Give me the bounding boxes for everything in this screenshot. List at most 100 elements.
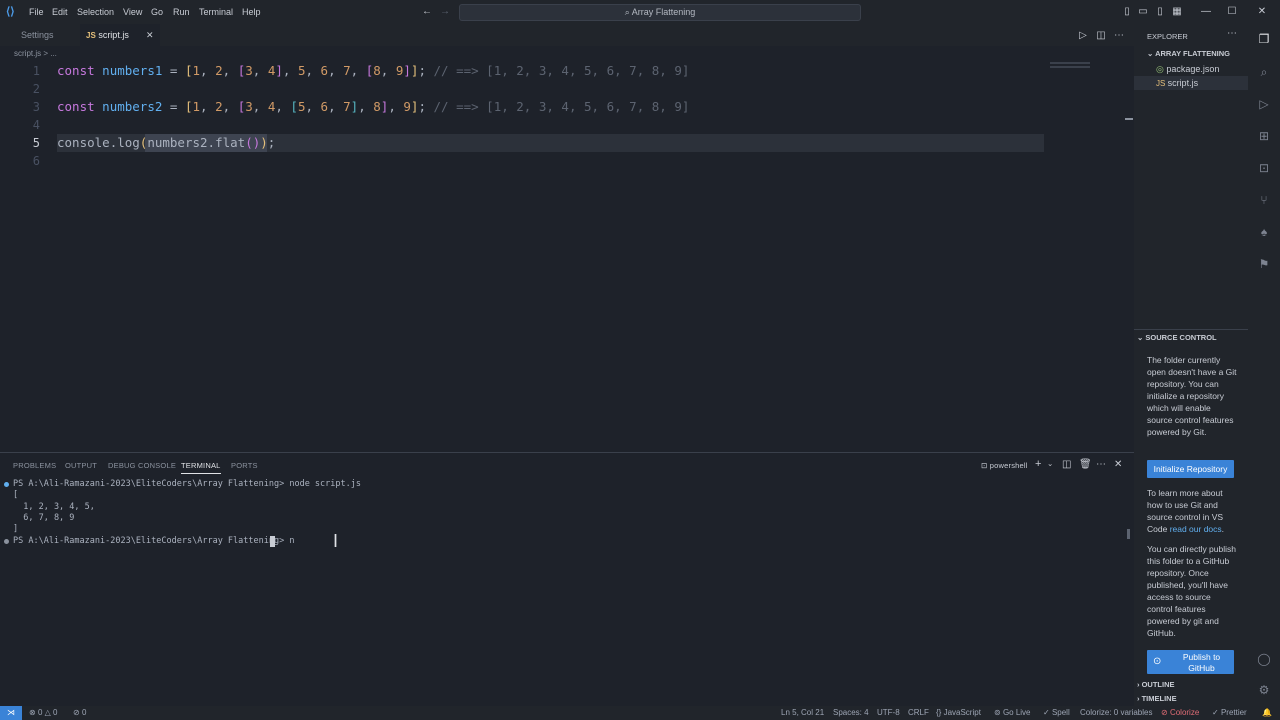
tab-debug-console[interactable]: DEBUG CONSOLE [108,461,176,470]
close-tab-icon[interactable]: ✕ [146,24,154,46]
command-center-search[interactable]: ⌕ Array Flattening [459,4,861,21]
line-number: 1 [32,64,40,78]
tab-ports[interactable]: PORTS [231,461,258,470]
command-status-dot [4,539,9,544]
account-icon[interactable]: ◯ [1256,651,1272,667]
line-ending[interactable]: CRLF [908,706,929,720]
problems-indicator[interactable]: ⊗ 0 △ 0 [29,706,57,720]
spell-check[interactable]: ✓ Spell [1043,706,1070,720]
error-icon: ⊗ [29,708,38,717]
encoding[interactable]: UTF-8 [877,706,900,720]
menu-view[interactable]: View [123,0,142,24]
split-terminal-icon[interactable]: ◫ [1062,459,1072,470]
publish-to-github-button[interactable]: ⊙ Publish to GitHub [1147,650,1234,674]
tab-output[interactable]: OUTPUT [65,461,97,470]
bookmark-icon[interactable]: ⚑ [1256,256,1272,272]
go-live-button[interactable]: ⊚ Go Live [994,706,1031,720]
prettier-status[interactable]: ✓ Prettier [1212,706,1247,720]
tab-terminal[interactable]: TERMINAL [181,461,221,474]
new-terminal-icon[interactable]: + [1035,458,1042,470]
bottom-panel: PROBLEMS OUTPUT DEBUG CONSOLE TERMINAL P… [0,452,1134,707]
minimap[interactable] [1050,66,1090,68]
file-script-js[interactable]: JS script.js [1156,78,1198,88]
notifications-bell-icon[interactable]: 🔔 [1262,706,1272,720]
minimap[interactable] [1050,62,1090,64]
nav-back-icon[interactable]: ← [417,0,437,24]
code-line-3: const numbers2 = [1, 2, [3, 4, [5, 6, 7]… [57,99,690,114]
source-control-title: SOURCE CONTROL [1145,333,1217,342]
tab-problems[interactable]: PROBLEMS [13,461,56,470]
go-live-label: Go Live [1002,708,1031,717]
menu-terminal[interactable]: Terminal [199,0,233,24]
explorer-more-icon[interactable]: ⋯ [1227,28,1237,39]
cursor-position[interactable]: Ln 5, Col 21 [781,706,824,720]
run-debug-icon[interactable]: ▷ [1256,96,1272,112]
vscode-logo-icon: ⟨⟩ [6,6,15,18]
menu-run[interactable]: Run [173,0,190,24]
timeline-header[interactable]: › TIMELINE [1137,694,1177,703]
customize-layout-icon[interactable]: ▦ [1167,0,1187,24]
extensions-icon[interactable]: ⊞ [1256,128,1272,144]
split-editor-icon[interactable]: ◫ [1091,24,1111,48]
ports-indicator[interactable]: ⊘ 0 [73,706,86,720]
code-comment: // ==> [1, 2, 3, 4, 5, 6, 7, 8, 9] [433,99,690,114]
learn-more-text: To learn more about how to use Git and s… [1147,488,1225,534]
terminal-icon: ⊡ [981,461,990,470]
chevron-down-icon[interactable]: ⌄ [1047,459,1053,468]
menu-selection[interactable]: Selection [77,0,114,24]
line-number: 3 [32,100,40,114]
tab-script-js[interactable]: JS script.js ✕ [80,24,160,46]
explorer-icon[interactable]: ❐ [1256,31,1272,47]
publish-description: You can directly publish this folder to … [1147,544,1236,638]
tab-settings[interactable]: Settings [0,24,78,46]
language-mode[interactable]: {} JavaScript [936,706,981,720]
chevron-down-icon: ⌄ [1147,49,1156,58]
menu-edit[interactable]: Edit [52,0,68,24]
close-window-icon[interactable]: ✕ [1252,0,1272,24]
trash-icon[interactable]: 🗑 [1079,459,1092,470]
gear-icon[interactable]: ⚙ [1256,682,1272,698]
file-package-json[interactable]: ◎ package.json [1156,64,1219,75]
error-count: 0 [37,708,43,717]
breadcrumb[interactable]: script.js > ... [14,48,57,60]
menu-help[interactable]: Help [242,0,261,24]
indentation[interactable]: Spaces: 4 [833,706,869,720]
read-docs-link[interactable]: read our docs [1170,524,1222,534]
terminal-shell-selector[interactable]: ⊡ powershell [981,461,1028,470]
remote-explorer-icon[interactable]: ⊡ [1256,160,1272,176]
terminal-prompt-line[interactable]: PS A:\Ali-Ramazani-2023\EliteCoders\Arra… [13,536,294,546]
menu-file[interactable]: File [29,0,44,24]
remote-indicator-icon[interactable]: ⋊ [0,706,22,720]
title-bar: ⟨⟩ File Edit Selection View Go Run Termi… [0,0,1280,24]
source-control-header[interactable]: ⌄ SOURCE CONTROL [1137,333,1217,342]
more-actions-icon[interactable]: ⋯ [1109,24,1129,48]
folder-header[interactable]: ⌄ ARRAY FLATTENING [1147,49,1230,58]
terminal-cursor [270,536,275,547]
menu-go[interactable]: Go [151,0,163,24]
warning-count: 0 [53,708,58,717]
timeline-title: TIMELINE [1141,694,1177,703]
publish-label: Publish to GitHub [1182,652,1221,673]
js-file-icon: JS [1156,79,1168,88]
close-panel-icon[interactable]: ✕ [1114,459,1123,470]
code-editor[interactable]: 1 2 3 4 5 6 const numbers1 = [1, 2, [3, … [0,60,1134,452]
maximize-icon[interactable]: ☐ [1222,0,1242,24]
minimize-icon[interactable]: — [1196,0,1216,24]
source-control-description: The folder currently open doesn't have a… [1147,355,1237,437]
line-number: 2 [32,82,40,96]
terminal-scrollbar[interactable] [1127,529,1130,539]
colorize-toggle[interactable]: ⊘ Colorize [1161,706,1199,720]
outline-header[interactable]: › OUTLINE [1137,680,1175,689]
mongodb-leaf-icon[interactable]: ♠ [1256,224,1272,240]
source-control-icon[interactable]: ⑂ [1256,192,1272,208]
more-icon[interactable]: ⋯ [1096,459,1106,470]
nav-forward-icon[interactable]: → [435,0,455,24]
keyword: const [57,99,95,114]
code-line-5: console.log(numbers2.flat()); [57,135,276,150]
line-number: 6 [32,154,40,168]
initialize-repository-button[interactable]: Initialize Repository [1147,460,1234,478]
run-file-icon[interactable]: ▷ [1073,24,1093,48]
search-icon[interactable]: ⌕ [1256,64,1272,80]
colorize-variables[interactable]: Colorize: 0 variables [1080,706,1152,720]
file-label: script.js [1167,78,1199,88]
